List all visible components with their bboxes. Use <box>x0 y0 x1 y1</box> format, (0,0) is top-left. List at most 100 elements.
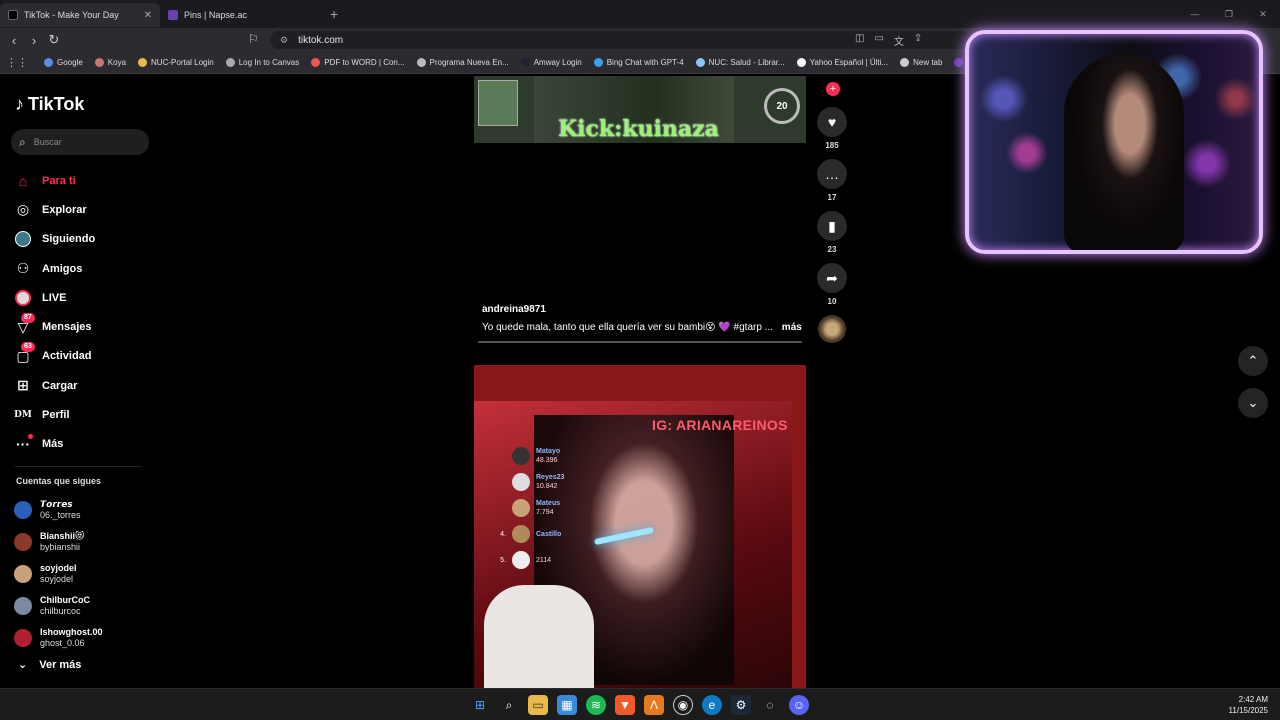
bookmark-item[interactable]: Google <box>44 58 83 67</box>
compass-icon: ◎ <box>16 201 30 218</box>
windows-start-icon[interactable]: ⊞ <box>470 695 490 715</box>
video-progress-bar[interactable] <box>478 341 802 343</box>
stream-leaderboard: Matayo 48.396 Reyes23 10.842 Mateus 7.794 4… <box>496 443 564 573</box>
previous-video-button[interactable]: ⌃ <box>1238 346 1268 376</box>
menu-item-siguiendo[interactable]: Siguiendo <box>14 225 95 254</box>
bookmark-item[interactable]: New tab <box>900 58 942 67</box>
forward-icon[interactable]: › <box>24 33 44 48</box>
loading-app-icon[interactable]: ◌ <box>760 695 780 715</box>
bookmark-item[interactable]: PDF to WORD | Con... <box>311 58 405 67</box>
bookmark-item[interactable]: Programa Nueva En... <box>416 58 509 67</box>
menu-item-live[interactable]: LIVE <box>14 283 95 312</box>
bookmark-item[interactable]: NUC: Salud - Librar... <box>695 58 785 67</box>
new-tab-button[interactable]: + <box>320 6 348 22</box>
windows-taskbar: ⊞ ⌕ ▭ ▦ ≋ ▼ Λ ◉ e ⚙ ◌ ☺ 2:42 AM 11/15/20… <box>0 688 1280 720</box>
share-page-icon[interactable]: ⇪ <box>914 33 922 48</box>
close-window-icon[interactable]: ✕ <box>1246 9 1280 20</box>
game-minimap <box>478 80 518 126</box>
menu-item-mensajes[interactable]: ▽ 87 Mensajes <box>14 312 95 341</box>
comment-button[interactable]: … 17 <box>816 159 848 202</box>
reload-icon[interactable]: ↻ <box>44 32 64 48</box>
bookmark-item[interactable]: NUC-Portal Login <box>138 58 214 67</box>
webcam-overlay <box>965 30 1263 254</box>
menu-item-perfil[interactable]: DM Perfil <box>14 400 95 429</box>
video-player-1[interactable]: 20 Kick:kuinaza <box>474 76 806 143</box>
heart-icon: ♥ <box>817 107 847 137</box>
edge-icon[interactable]: e <box>702 695 722 715</box>
restore-icon[interactable]: ❐ <box>1212 9 1246 20</box>
leaderboard-entry: Reyes23 10.842 <box>536 474 565 490</box>
address-bar-actions: ◫ ▭ 文 ⇪ <box>855 33 922 48</box>
menu-item-actividad[interactable]: ▢ 63 Actividad <box>14 342 95 371</box>
spotify-icon[interactable]: ≋ <box>586 695 606 715</box>
account-handle: soyjodel <box>40 574 74 584</box>
minimize-icon[interactable]: — <box>1178 9 1212 19</box>
search-placeholder: Buscar <box>33 137 62 147</box>
game-hud-speedometer: 20 <box>764 88 800 124</box>
caption-more-link[interactable]: más <box>782 322 802 333</box>
following-title: Cuentas que sigues <box>16 476 102 486</box>
video-subject-clothing <box>484 585 594 688</box>
streamer-figure <box>1064 54 1184 250</box>
following-account[interactable]: ChilburCoC chilburcoc <box>14 590 103 622</box>
following-account[interactable]: soyjodel soyjodel <box>14 558 103 590</box>
menu-item-cargar[interactable]: ⊞ Cargar <box>14 371 95 400</box>
reader-icon[interactable]: ◫ <box>855 33 864 48</box>
following-account[interactable]: Ishowghost.00 ghost_0.06 <box>14 622 103 654</box>
discord-icon[interactable]: ☺ <box>789 695 809 715</box>
apps-grid-icon[interactable]: ⋮⋮ <box>6 56 28 69</box>
close-tab-icon[interactable]: ✕ <box>144 10 152 21</box>
bookmark-item[interactable]: Koya <box>94 58 126 67</box>
following-account[interactable]: Bianshii😻 bybianshii <box>14 526 103 558</box>
bookmark-button[interactable]: ▮ 23 <box>816 211 848 254</box>
page-icon <box>416 58 426 67</box>
menu-item-mas[interactable]: ··· Más <box>14 430 95 459</box>
avatar <box>14 565 32 583</box>
bookmark-item[interactable]: Amway Login <box>520 58 582 67</box>
bookmark-page-icon[interactable]: ⚐ <box>248 32 259 46</box>
video-player-2[interactable]: IG: ARIANAREINOS Matayo 48.396 Reyes23 10.… <box>474 365 806 688</box>
menu-item-amigos[interactable]: ⚇ Amigos <box>14 254 95 283</box>
menu-item-explorar[interactable]: ◎ Explorar <box>14 195 95 224</box>
leaderboard-row: Matayo 48.396 <box>496 443 564 469</box>
following-account[interactable]: 𝙏𝙤𝙧𝙧𝙚𝙨 06._torres <box>14 494 103 526</box>
comment-icon: … <box>817 159 847 189</box>
leaderboard-row: Mateus 7.794 <box>496 495 564 521</box>
tab-tiktok[interactable]: TikTok - Make Your Day ✕ <box>0 3 160 27</box>
steam-icon[interactable]: ⚙ <box>731 695 751 715</box>
site-info-icon[interactable]: ⚙ <box>280 35 288 46</box>
store-icon[interactable]: ▦ <box>557 695 577 715</box>
translate-icon[interactable]: 文 <box>894 33 904 48</box>
leaderboard-row: 5. 2114 <box>496 547 564 573</box>
amway-icon <box>520 58 530 67</box>
sidebar-divider <box>14 466 142 467</box>
obs-icon[interactable]: ◉ <box>673 695 693 715</box>
brave-icon[interactable]: ▼ <box>615 695 635 715</box>
back-icon[interactable]: ‹ <box>4 33 24 48</box>
avatar <box>512 525 530 543</box>
bookmark-item[interactable]: Log In to Canvas <box>225 58 299 67</box>
search-input[interactable]: ⌕ Buscar <box>11 129 149 155</box>
bookmark-item[interactable]: Yahoo Español | Últi... <box>796 58 888 67</box>
search-icon[interactable]: ⌕ <box>499 695 519 715</box>
app-icon[interactable]: Λ <box>644 695 664 715</box>
tab-pins[interactable]: Pins | Napse.ac <box>160 3 320 27</box>
music-disc-icon[interactable] <box>818 315 846 343</box>
menu-item-para-ti[interactable]: ⌂ Para ti <box>14 166 95 195</box>
file-explorer-icon[interactable]: ▭ <box>528 695 548 715</box>
account-handle: ghost_0.06 <box>40 638 85 648</box>
account-handle: 06._torres <box>40 510 81 520</box>
like-button[interactable]: ♥ 185 <box>816 107 848 150</box>
system-clock[interactable]: 2:42 AM 11/15/2025 <box>1229 694 1268 716</box>
tiktok-logo[interactable]: ♪ TikTok <box>15 94 84 115</box>
yahoo-icon <box>796 58 806 67</box>
search-icon: ⌕ <box>19 134 26 149</box>
see-more-button[interactable]: ⌄ Ver más <box>18 658 81 672</box>
video-author[interactable]: andreina9871 <box>482 304 546 315</box>
video-overlay-text: IG: ARIANAREINOS <box>652 417 788 433</box>
next-video-button[interactable]: ⌄ <box>1238 388 1268 418</box>
cast-icon[interactable]: ▭ <box>874 33 883 48</box>
follow-plus-icon[interactable]: + <box>826 82 840 96</box>
bookmark-item[interactable]: Bing Chat with GPT-4 <box>593 58 684 67</box>
share-button[interactable]: ➦ 10 <box>816 263 848 306</box>
